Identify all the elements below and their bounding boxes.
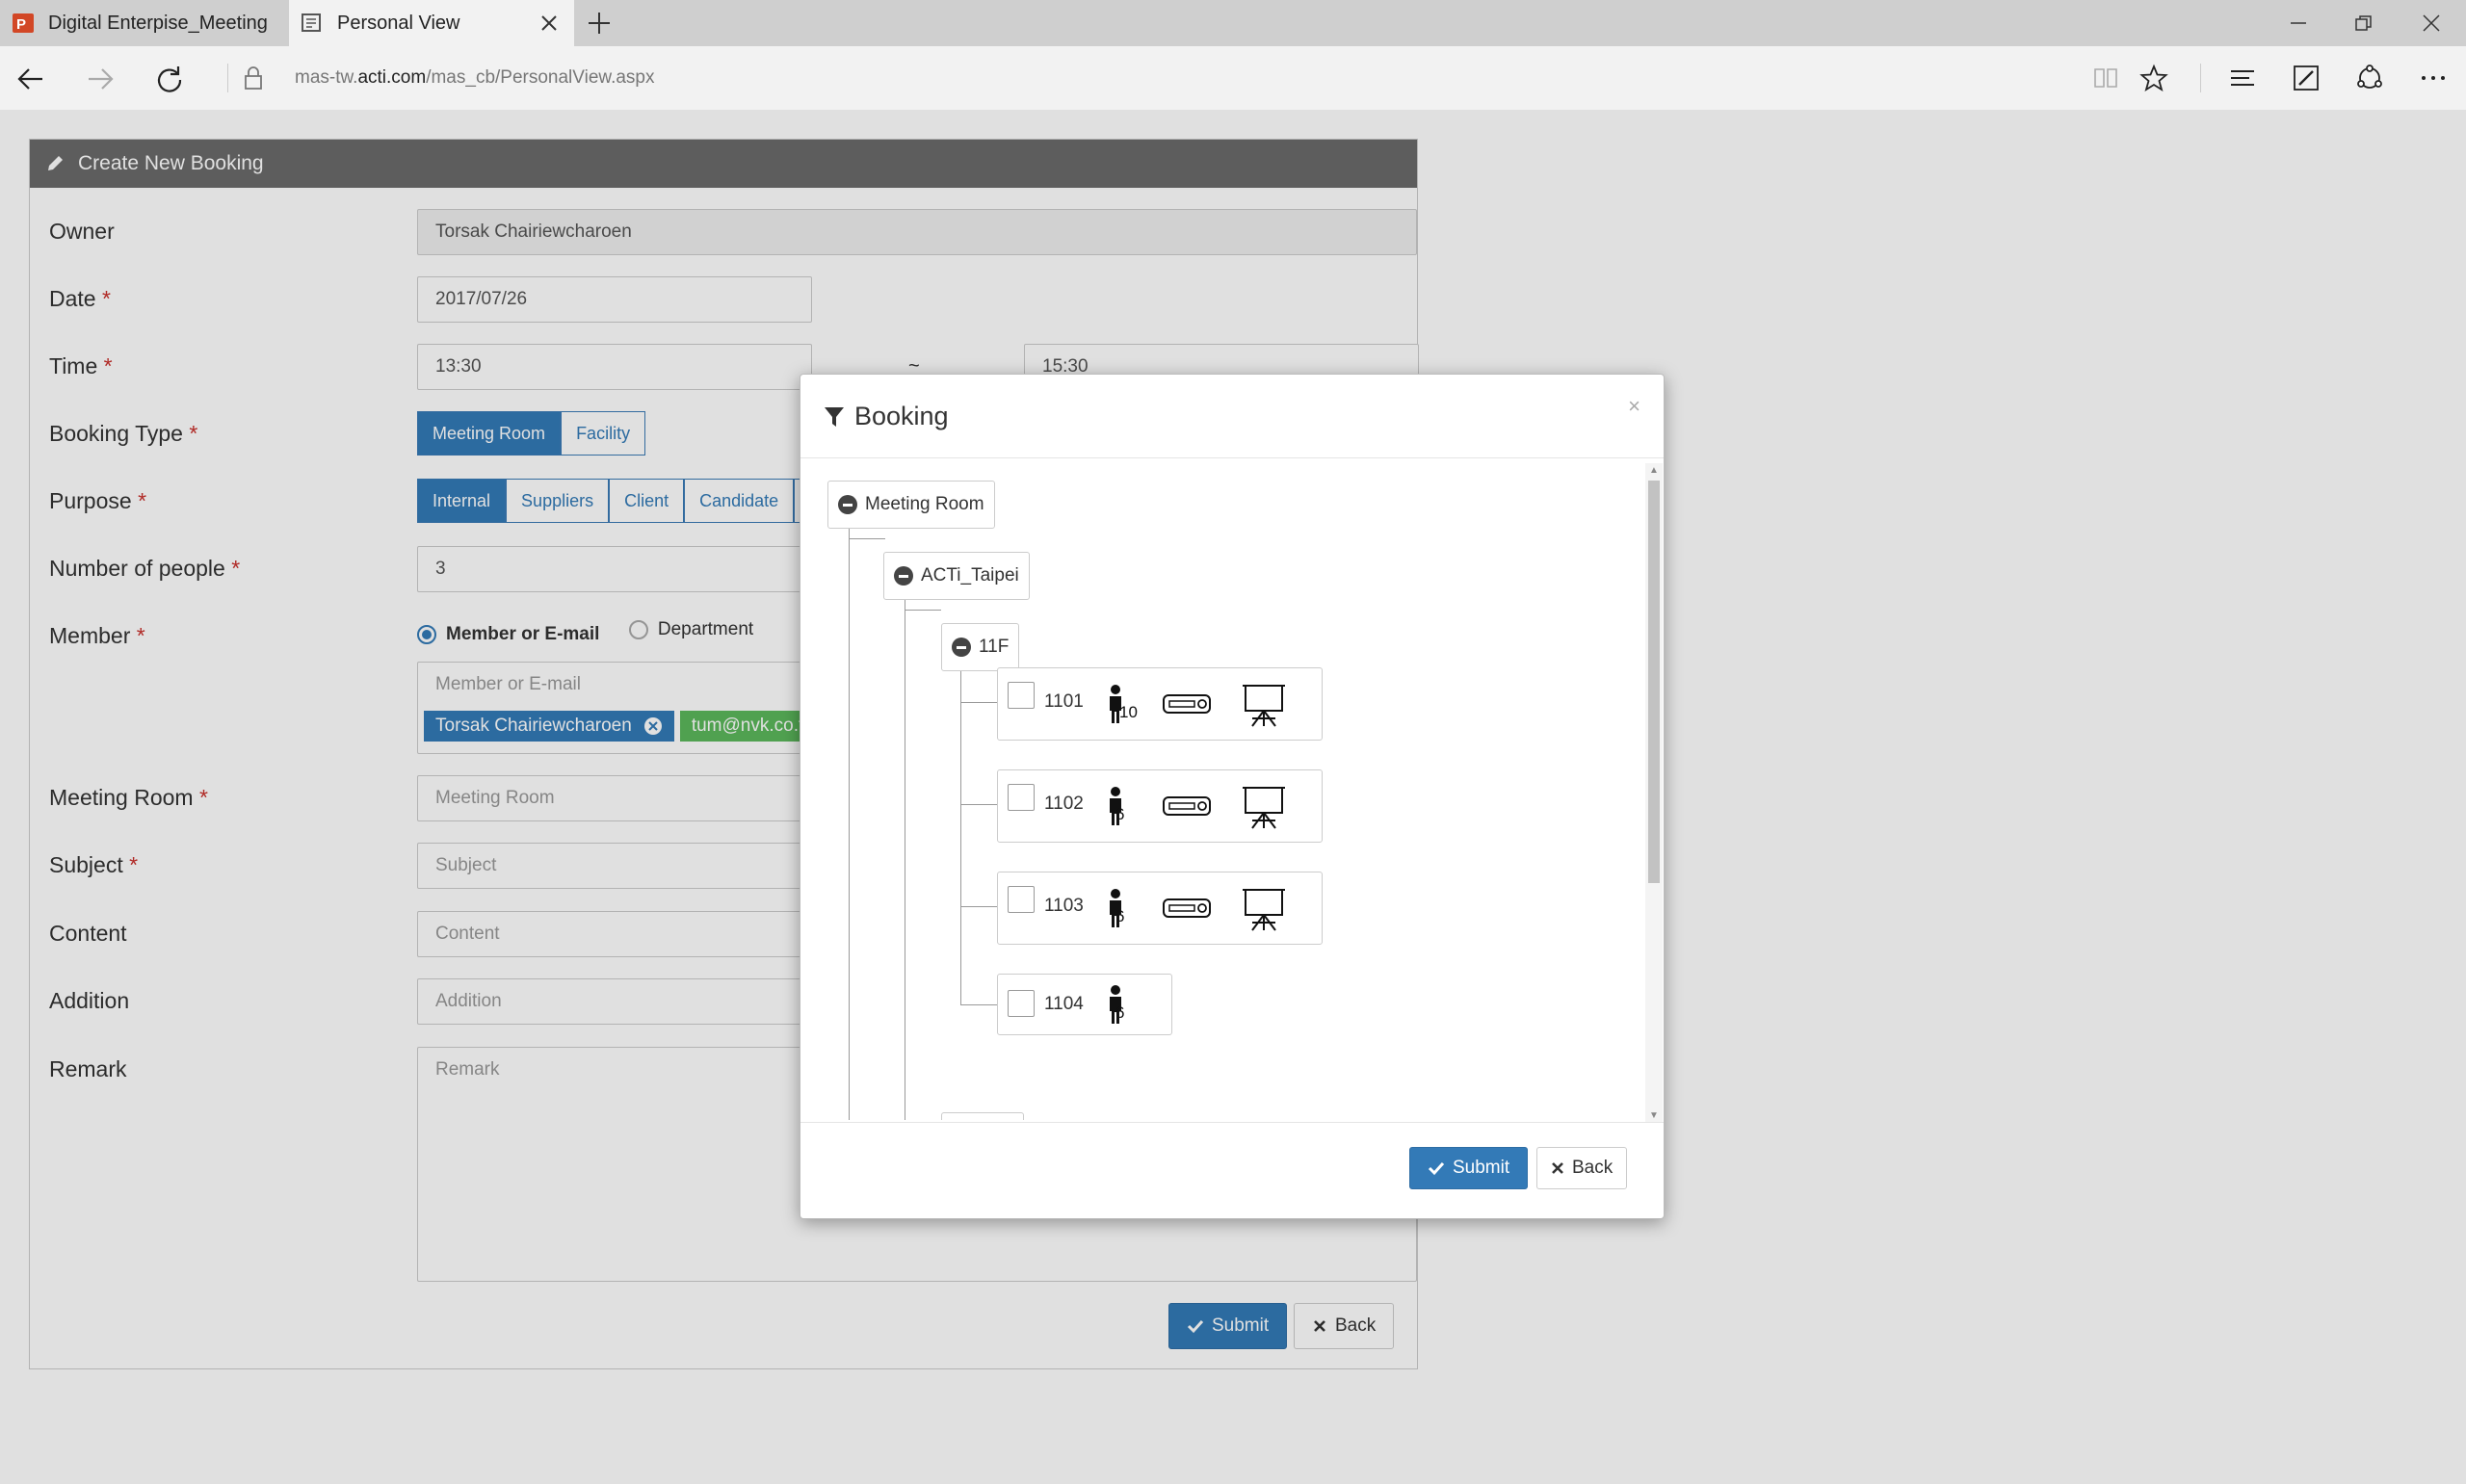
room-checkbox[interactable] [1008,682,1035,709]
room-1103[interactable]: 1103 6 [997,872,1323,945]
modal-title-text: Booking [854,402,949,430]
scroll-up-icon[interactable]: ▲ [1648,463,1660,477]
room-1102[interactable]: 1102 6 [997,769,1323,843]
room-capacity: 6 [1115,1003,1125,1022]
browser-tab-powerpoint[interactable]: P Digital Enterpise_Meeting r [0,0,287,46]
room-1104[interactable]: 1104 6 [997,974,1172,1035]
room-name: 1104 [1044,994,1084,1014]
projector-icon [1162,794,1212,819]
restore-icon[interactable] [2350,10,2377,37]
room-checkbox[interactable] [1008,990,1035,1017]
filter-icon [824,405,845,429]
favorite-star-icon[interactable] [2137,61,2171,95]
divider [800,457,1664,458]
whiteboard-icon [1241,782,1287,830]
collapse-icon[interactable] [894,566,913,586]
divider [2200,64,2201,92]
room-capacity: 10 [1119,703,1138,721]
room-1101[interactable]: 1101 10 [997,667,1323,741]
hub-icon[interactable] [2225,61,2260,95]
close-window-icon[interactable] [2418,10,2445,37]
scrollbar-thumb[interactable] [1648,481,1660,883]
browser-tab-personal-view[interactable]: Personal View [289,0,574,46]
powerpoint-icon: P [12,12,35,35]
room-capacity: 6 [1115,805,1125,823]
room-name: 1101 [1044,691,1084,712]
check-icon [1428,1159,1445,1177]
url-domain: acti.com [357,67,427,88]
tab-title: Personal View [337,12,460,34]
reading-view-icon[interactable] [2088,61,2123,95]
svg-text:P: P [16,16,26,33]
room-name: 1102 [1044,794,1084,814]
room-capacity: 6 [1115,907,1125,925]
more-icon[interactable] [2416,61,2451,95]
projector-icon [1162,691,1212,716]
room-checkbox[interactable] [1008,784,1035,811]
tree-line [960,1004,997,1005]
tree-node-11f[interactable]: 11F [941,623,1020,671]
back-icon[interactable] [13,62,48,96]
collapse-icon[interactable] [838,495,857,514]
tree-line [960,804,997,805]
divider [800,1122,1664,1123]
tree-line [849,538,885,539]
modal-title: Booking [824,402,949,431]
forward-icon[interactable] [83,62,118,96]
projector-icon [1162,896,1212,921]
scroll-down-icon[interactable]: ▼ [1648,1108,1660,1122]
back-label: Back [1572,1158,1613,1178]
tree-line [960,906,997,907]
room-checkbox[interactable] [1008,886,1035,913]
divider [227,64,228,92]
tree-scrollbar[interactable]: ▲ ▼ [1645,463,1663,1122]
tree-node-next[interactable] [941,1112,1024,1120]
browser-address-bar: mas-tw.acti.com/mas_cb/PersonalView.aspx [0,46,2466,110]
tree-line [905,610,941,611]
share-icon[interactable] [2352,61,2387,95]
booking-modal: Booking × Meeting Room ACTi_Taipei 11F 1… [800,374,1665,1219]
url-field[interactable]: mas-tw.acti.com/mas_cb/PersonalView.aspx [295,67,654,89]
tree-line [960,918,961,1004]
node-label: Meeting Room [865,494,984,514]
tree-node-acti-taipei[interactable]: ACTi_Taipei [883,552,1030,600]
node-label: 11F [979,637,1010,657]
url-prefix: mas-tw. [295,67,358,88]
whiteboard-icon [1241,884,1287,932]
url-path: /mas_cb/PersonalView.aspx [426,67,655,88]
tree-line [960,702,997,703]
lock-icon [243,65,264,91]
whiteboard-icon [1241,680,1287,728]
node-label: ACTi_Taipei [921,565,1019,586]
modal-close-button[interactable]: × [1628,394,1640,419]
submit-label: Submit [1453,1158,1510,1178]
close-tab-icon[interactable] [538,12,561,35]
modal-back-button[interactable]: Back [1536,1147,1628,1189]
collapse-icon[interactable] [952,638,971,657]
room-name: 1103 [1044,896,1084,916]
tree-line [849,515,850,1120]
web-note-icon[interactable] [2289,61,2323,95]
refresh-icon[interactable] [152,62,187,96]
close-icon [1551,1161,1564,1175]
browser-tab-bar: P Digital Enterpise_Meeting r Personal V… [0,0,2466,46]
modal-submit-button[interactable]: Submit [1409,1147,1529,1189]
new-tab-icon[interactable] [586,10,613,37]
tab-title: Digital Enterpise_Meeting r [48,12,270,34]
minimize-icon[interactable] [2285,10,2312,37]
tree-line [960,658,961,918]
tree-node-meeting-room[interactable]: Meeting Room [827,481,995,529]
page-icon [301,12,324,35]
room-tree: Meeting Room ACTi_Taipei 11F 1101 10 110… [800,461,1644,1120]
